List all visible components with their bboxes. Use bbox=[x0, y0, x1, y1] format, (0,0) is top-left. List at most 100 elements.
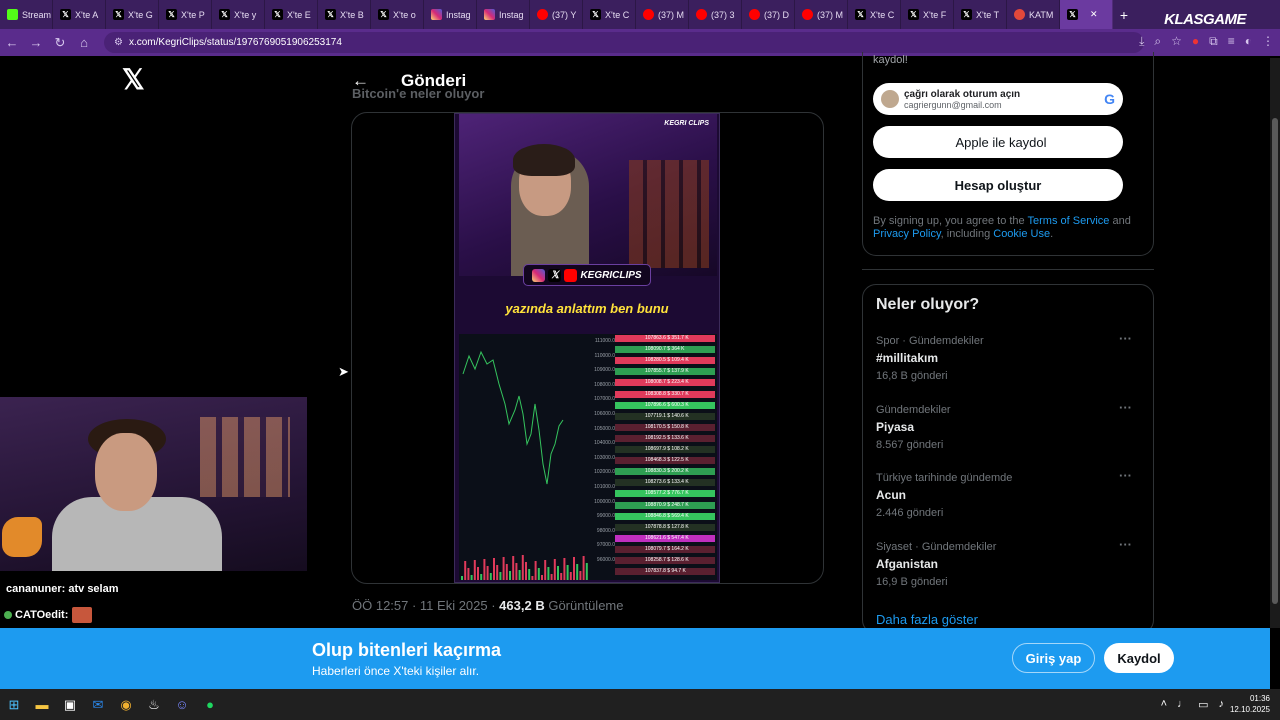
browser-tab[interactable]: 𝕏 X'te B bbox=[318, 0, 371, 29]
site-info-icon[interactable]: ⚙ bbox=[114, 37, 123, 48]
x-tab-icon: 𝕏 bbox=[113, 9, 124, 20]
tab-label: X'te C bbox=[605, 9, 630, 20]
microphone-icon[interactable]: ♩ bbox=[1177, 698, 1188, 711]
login-button[interactable]: Giriş yap bbox=[1012, 643, 1095, 673]
tab-label: X'te A bbox=[75, 9, 99, 20]
trend-item[interactable]: Gündemdekiler Piyasa 8.567 gönderi ··· bbox=[876, 400, 1146, 451]
browser-tab[interactable]: 𝕏 X'te C bbox=[848, 0, 901, 29]
create-account-label: Hesap oluştur bbox=[954, 177, 1042, 193]
trends-title: Neler oluyor? bbox=[876, 296, 980, 313]
browser-tab[interactable]: 𝕏 X'te C bbox=[583, 0, 636, 29]
volume-bar bbox=[467, 568, 470, 580]
close-tab-icon[interactable]: ✕ bbox=[1090, 9, 1098, 20]
back-nav-icon[interactable]: ← bbox=[0, 35, 24, 50]
url-field[interactable]: ⚙ x.com/KegriClips/status/19767690519062… bbox=[104, 32, 1144, 53]
trend-count: 8.567 gönderi bbox=[876, 438, 944, 451]
more-options-icon[interactable]: ··· bbox=[1119, 400, 1132, 415]
katm-tab-icon bbox=[1014, 9, 1025, 20]
new-tab-icon[interactable]: + bbox=[1113, 7, 1135, 23]
cookie-use-link[interactable]: Cookie Use bbox=[993, 228, 1050, 240]
browser-tab[interactable]: 𝕏 X'te A bbox=[53, 0, 106, 29]
order-row: 108577.2 $ 776.7 K bbox=[615, 490, 715, 498]
chat-text: : bbox=[64, 608, 69, 621]
chat-username: cananuner bbox=[6, 583, 62, 595]
page-scrollbar[interactable] bbox=[1270, 58, 1280, 628]
browser-tab[interactable]: 𝕏 X'te o bbox=[371, 0, 424, 29]
clock-time: 01:36 bbox=[1249, 694, 1270, 703]
browser-tab[interactable]: Instag bbox=[477, 0, 530, 29]
price-tick-label: 107000.0 bbox=[594, 396, 615, 403]
tray-chevron-icon[interactable]: ˄ bbox=[1161, 698, 1167, 711]
bookmark-star-icon[interactable]: ☆ bbox=[1171, 34, 1182, 49]
file-explorer-icon[interactable]: ▬ bbox=[28, 689, 56, 720]
steam-icon[interactable]: ♨ bbox=[140, 689, 168, 720]
tab-label: X'te F bbox=[923, 9, 947, 20]
extensions-icon[interactable]: ⧉ bbox=[1209, 34, 1218, 49]
webcam-window-bg bbox=[200, 417, 290, 497]
display-icon[interactable]: ▭ bbox=[1198, 698, 1208, 711]
browser-tab[interactable]: (37) 3 bbox=[689, 0, 742, 29]
x-logo-icon[interactable]: 𝕏 bbox=[122, 66, 145, 94]
divider bbox=[862, 269, 1154, 270]
tab-label: X'te G bbox=[128, 9, 153, 20]
post-video[interactable]: KEGRI CLIPS 𝕏 KEGRICLIPS yazında anlattı… bbox=[454, 113, 720, 583]
extension-record-icon[interactable]: ● bbox=[1192, 34, 1199, 49]
more-options-icon[interactable]: ··· bbox=[1119, 537, 1132, 552]
spotify-icon[interactable]: ● bbox=[196, 689, 224, 720]
tab-label: (37) M bbox=[658, 9, 685, 20]
browser-tab[interactable]: (37) Y bbox=[530, 0, 583, 29]
scrollbar-thumb[interactable] bbox=[1272, 118, 1278, 604]
more-options-icon[interactable]: ··· bbox=[1119, 331, 1132, 346]
volume-bar bbox=[521, 555, 524, 580]
browser-tab[interactable]: KATM bbox=[1007, 0, 1060, 29]
media-icon[interactable]: ≡ bbox=[1228, 34, 1235, 49]
volume-icon[interactable]: ♪ bbox=[1219, 698, 1225, 711]
store-icon[interactable]: ▣ bbox=[56, 689, 84, 720]
browser-tab[interactable]: 𝕏 X'te G bbox=[106, 0, 159, 29]
order-feed: 107863.6 $ 351.7 K 108090.7 $ 364 K 108280… bbox=[615, 334, 715, 580]
windows-start-icon[interactable]: ⊞ bbox=[0, 689, 28, 720]
forward-nav-icon[interactable]: → bbox=[24, 35, 48, 50]
browser-tab[interactable]: Instag bbox=[424, 0, 477, 29]
zoom-icon[interactable]: ⌕ bbox=[1154, 34, 1161, 49]
privacy-policy-link[interactable]: Privacy Policy bbox=[873, 228, 941, 240]
browser-tab[interactable]: 𝕏 X'te y bbox=[212, 0, 265, 29]
trend-item[interactable]: Siyaset · Gündemdekiler Afganistan 16,9 B … bbox=[876, 537, 1146, 588]
outlook-icon[interactable]: ✉ bbox=[84, 689, 112, 720]
signup-button[interactable]: Kaydol bbox=[1104, 643, 1174, 673]
browser-tab[interactable]: (37) M bbox=[795, 0, 848, 29]
browser-tab[interactable]: 𝕏 X'te E bbox=[265, 0, 318, 29]
chrome-icon[interactable]: ◉ bbox=[112, 689, 140, 720]
volume-bar bbox=[557, 566, 559, 580]
browser-tab[interactable]: 𝕏 X'te F bbox=[901, 0, 954, 29]
x-tab-icon: 𝕏 bbox=[590, 9, 601, 20]
price-tick-label: 111000.0 bbox=[594, 338, 615, 344]
tab-label: X'te y bbox=[234, 9, 257, 20]
home-icon[interactable]: ⌂ bbox=[72, 35, 96, 50]
price-tick-label: 103000.0 bbox=[594, 454, 615, 461]
more-options-icon[interactable]: ··· bbox=[1119, 468, 1132, 483]
profile-avatar[interactable]: ◐ bbox=[1245, 34, 1252, 49]
taskbar-clock[interactable]: 01:36 12.10.2025 bbox=[1230, 693, 1270, 715]
discord-icon[interactable]: ☺ bbox=[168, 689, 196, 720]
trend-item[interactable]: Spor · Gündemdekiler #millitakım 16,8 B gö… bbox=[876, 331, 1146, 382]
google-logo-icon: G bbox=[1104, 91, 1115, 107]
apple-signup-button[interactable]: Apple ile kaydol bbox=[873, 126, 1123, 158]
youtube-icon bbox=[564, 268, 578, 282]
trend-item[interactable]: Türkiye tarihinde gündemde Acun 2.446 gönd… bbox=[876, 468, 1146, 519]
instagram-tab-icon bbox=[484, 9, 495, 20]
show-more-link[interactable]: Daha fazla göster bbox=[876, 612, 978, 627]
browser-tab[interactable]: (37) D bbox=[742, 0, 795, 29]
menu-icon[interactable]: ⋮ bbox=[1262, 34, 1274, 49]
install-icon[interactable]: ⤓ bbox=[1139, 34, 1144, 49]
terms-of-service-link[interactable]: Terms of Service bbox=[1028, 215, 1110, 227]
browser-tab[interactable]: 𝕏 ✕ bbox=[1060, 0, 1113, 29]
browser-tab[interactable]: Stream bbox=[0, 0, 53, 29]
browser-tab[interactable]: 𝕏 X'te T bbox=[954, 0, 1007, 29]
google-signin-button[interactable]: çağrı olarak oturum açın cagriergunn@gma… bbox=[873, 83, 1123, 115]
create-account-button[interactable]: Hesap oluştur bbox=[873, 169, 1123, 201]
browser-tab[interactable]: 𝕏 X'te P bbox=[159, 0, 212, 29]
browser-tab[interactable]: (37) M bbox=[636, 0, 689, 29]
reload-icon[interactable]: ↻ bbox=[48, 35, 72, 51]
video-watermark: KEGRI CLIPS bbox=[664, 120, 709, 127]
